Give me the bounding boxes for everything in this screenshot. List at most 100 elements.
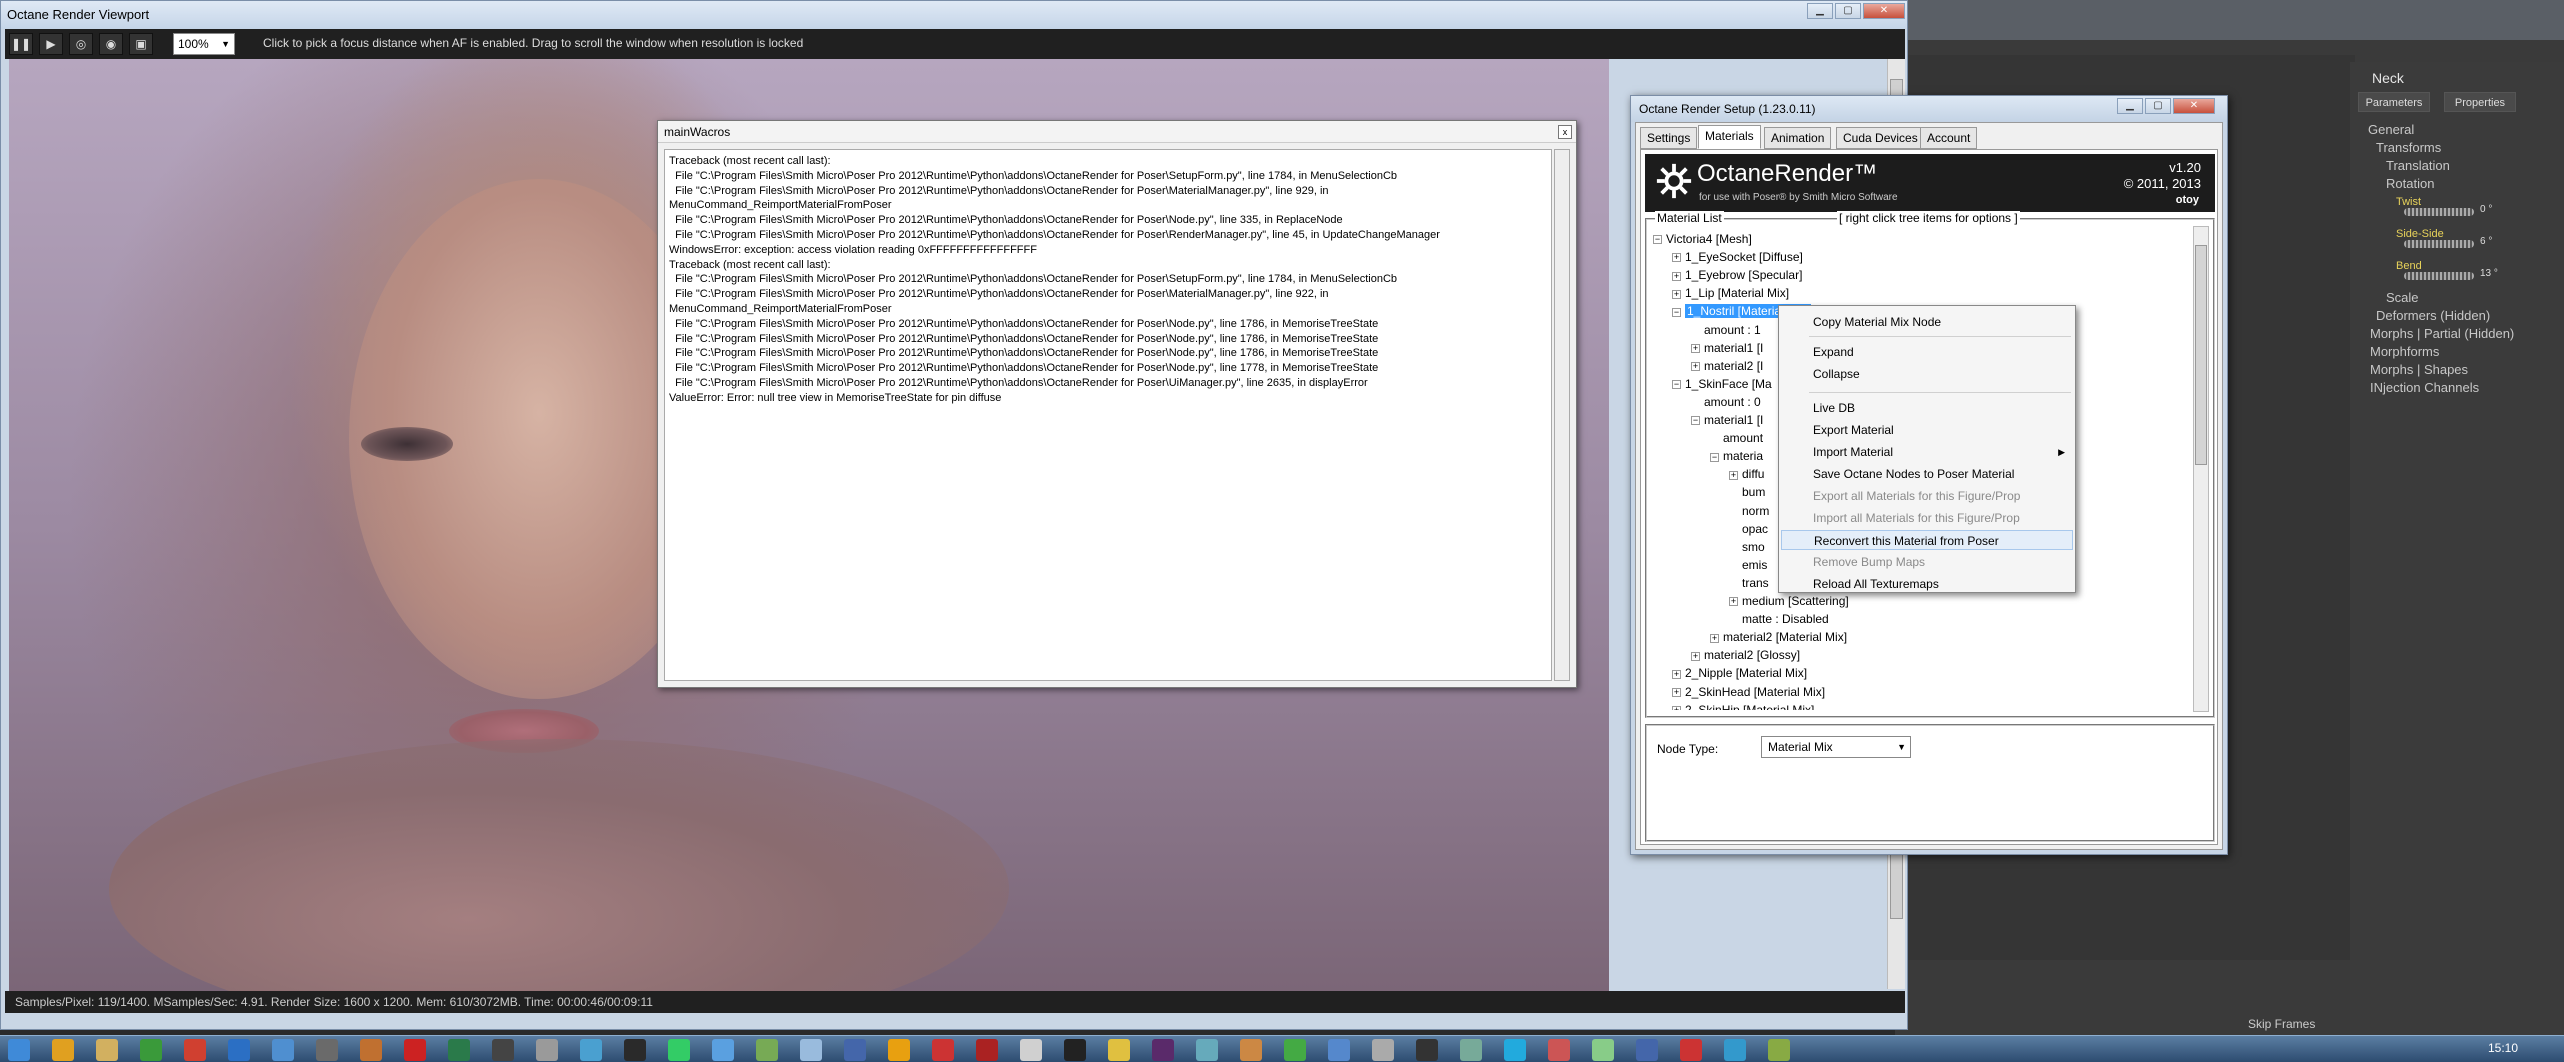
param-bend-dial[interactable] [2404, 272, 2474, 280]
tree-item[interactable]: + diffu [1729, 465, 1764, 483]
expand-icon[interactable]: + [1672, 253, 1681, 263]
tree-item[interactable]: + material2 [Material Mix] [1710, 628, 1847, 646]
context-menu-item[interactable]: Save Octane Nodes to Poser Material [1781, 464, 2073, 484]
context-menu-item[interactable]: Expand [1781, 342, 2073, 362]
param-group-morphs-shapes[interactable]: Morphs | Shapes [2370, 362, 2468, 377]
param-side-side-dial[interactable] [2404, 240, 2474, 248]
close-icon[interactable]: x [1558, 125, 1572, 139]
tab-settings[interactable]: Settings [1640, 127, 1698, 149]
expand-icon[interactable]: + [1691, 651, 1700, 661]
taskbar-app-icon[interactable] [580, 1039, 602, 1061]
tab-parameters[interactable]: Parameters [2358, 92, 2430, 112]
tab-account[interactable]: Account [1920, 127, 1978, 149]
tree-item[interactable]: norm [1729, 502, 1769, 520]
taskbar-app-icon[interactable] [1416, 1039, 1438, 1061]
expand-icon[interactable]: + [1672, 669, 1681, 679]
tree-item[interactable]: + material2 [Glossy] [1691, 646, 1800, 664]
taskbar-app-icon[interactable] [360, 1039, 382, 1061]
minimize-button[interactable]: ▁ [2117, 98, 2143, 114]
pause-button[interactable]: ❚❚ [9, 33, 33, 55]
tree-item[interactable]: smo [1729, 538, 1765, 556]
param-twist-value[interactable]: 0 ° [2480, 204, 2492, 215]
close-button[interactable]: ✕ [2173, 98, 2215, 114]
maximize-button[interactable]: ▢ [2145, 98, 2171, 114]
expand-icon[interactable]: + [1729, 470, 1738, 480]
param-group-morphforms[interactable]: Morphforms [2370, 344, 2439, 359]
tree-item[interactable]: −1_SkinFace [Ma [1672, 375, 1772, 393]
tree-item[interactable]: trans [1729, 574, 1769, 592]
expand-icon[interactable]: + [1691, 362, 1700, 372]
taskbar-app-icon[interactable] [1020, 1039, 1042, 1061]
tree-item[interactable]: − materia [1710, 447, 1763, 465]
taskbar-app-icon[interactable] [1064, 1039, 1086, 1061]
expand-icon[interactable]: + [1672, 289, 1681, 299]
collapse-icon[interactable]: − [1672, 380, 1681, 390]
taskbar-app-icon[interactable] [1196, 1039, 1218, 1061]
param-group-translation[interactable]: Translation [2386, 158, 2450, 173]
taskbar-app-icon[interactable] [976, 1039, 998, 1061]
param-group-rotation[interactable]: Rotation [2386, 176, 2434, 191]
tree-item[interactable]: + material1 [I [1691, 339, 1763, 357]
macros-scrollbar[interactable] [1554, 149, 1570, 681]
tab-animation[interactable]: Animation [1764, 127, 1832, 149]
scrollbar-thumb[interactable] [2195, 245, 2207, 465]
taskbar-app-icon[interactable] [448, 1039, 470, 1061]
tree-item[interactable]: +2_SkinHip [Material Mix] [1672, 701, 1814, 710]
camera-icon[interactable]: ◉ [99, 33, 123, 55]
param-twist-dial[interactable] [2404, 208, 2474, 216]
param-group-morphs-partial[interactable]: Morphs | Partial (Hidden) [2370, 326, 2514, 341]
expand-icon[interactable]: + [1672, 271, 1681, 281]
tree-scrollbar[interactable] [2193, 226, 2209, 712]
tree-item[interactable]: +1_EyeSocket [Diffuse] [1672, 248, 1803, 266]
taskbar-app-icon[interactable] [844, 1039, 866, 1061]
tree-item[interactable]: − material1 [I [1691, 411, 1763, 429]
param-bend-value[interactable]: 13 ° [2480, 268, 2498, 279]
taskbar-app-icon[interactable] [932, 1039, 954, 1061]
taskbar-app-icon[interactable] [228, 1039, 250, 1061]
tree-item[interactable]: amount [1710, 429, 1763, 447]
param-group-scale[interactable]: Scale [2386, 290, 2419, 305]
viewport-titlebar[interactable]: Octane Render Viewport ▁ ▢ ✕ [1, 1, 1907, 29]
param-side-side-value[interactable]: 6 ° [2480, 236, 2492, 247]
expand-icon[interactable]: + [1729, 597, 1738, 607]
tree-item[interactable]: + medium [Scattering] [1729, 592, 1849, 610]
taskbar-app-icon[interactable] [316, 1039, 338, 1061]
taskbar-app-icon[interactable] [624, 1039, 646, 1061]
taskbar-app-icon[interactable] [184, 1039, 206, 1061]
taskbar-app-icon[interactable] [1372, 1039, 1394, 1061]
collapse-icon[interactable]: − [1710, 452, 1719, 462]
param-group-general[interactable]: General [2368, 122, 2414, 137]
tab-materials[interactable]: Materials [1698, 125, 1761, 149]
macros-titlebar[interactable]: mainWacros x [658, 121, 1576, 143]
tab-cuda-devices[interactable]: Cuda Devices [1836, 127, 1925, 149]
taskbar-app-icon[interactable] [1152, 1039, 1174, 1061]
tree-item[interactable]: amount : 1 [1691, 321, 1761, 339]
taskbar-app-icon[interactable] [1636, 1039, 1658, 1061]
taskbar-app-icon[interactable] [1108, 1039, 1130, 1061]
tree-item[interactable]: +2_SkinHead [Material Mix] [1672, 683, 1825, 701]
taskbar-app-icon[interactable] [756, 1039, 778, 1061]
tree-item[interactable]: + material2 [I [1691, 357, 1763, 375]
close-button[interactable]: ✕ [1863, 3, 1905, 19]
collapse-icon[interactable]: − [1691, 416, 1700, 426]
taskbar-app-icon[interactable] [1680, 1039, 1702, 1061]
taskbar-app-icon[interactable] [536, 1039, 558, 1061]
tab-properties[interactable]: Properties [2444, 92, 2516, 112]
taskbar-app-icon[interactable] [272, 1039, 294, 1061]
taskbar-app-icon[interactable] [1724, 1039, 1746, 1061]
taskbar-app-icon[interactable] [96, 1039, 118, 1061]
taskbar-app-icon[interactable] [1240, 1039, 1262, 1061]
context-menu-item[interactable]: Reconvert this Material from Poser [1781, 530, 2073, 550]
taskbar-app-icon[interactable] [712, 1039, 734, 1061]
expand-icon[interactable]: + [1672, 687, 1681, 697]
taskbar-app-icon[interactable] [668, 1039, 690, 1061]
tree-item[interactable]: opac [1729, 520, 1768, 538]
param-group-transforms[interactable]: Transforms [2376, 140, 2441, 155]
minimize-button[interactable]: ▁ [1807, 3, 1833, 19]
taskbar-app-icon[interactable] [1284, 1039, 1306, 1061]
autofocus-icon[interactable]: ◎ [69, 33, 93, 55]
taskbar-app-icon[interactable] [1460, 1039, 1482, 1061]
save-image-icon[interactable]: ▣ [129, 33, 153, 55]
taskbar-app-icon[interactable] [1592, 1039, 1614, 1061]
taskbar-app-icon[interactable] [492, 1039, 514, 1061]
